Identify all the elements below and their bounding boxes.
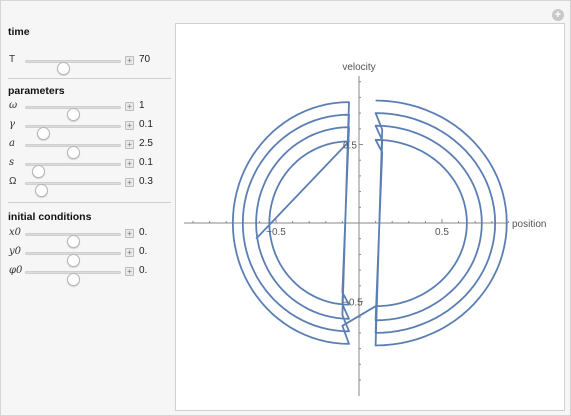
slider-T[interactable] [25,60,121,75]
control-phi0-label: φ0 [9,265,23,276]
slider-Omega-thumb[interactable] [34,184,48,197]
control-gamma-value: 0.1 [139,119,153,130]
control-a-value: 2.5 [139,138,153,149]
control-omega: ω + 1 [1,100,171,121]
manipulate-panel: + time T + 70 parameters ω + 1 γ + 0.1 a… [0,0,571,416]
x-axis-minor-ticks [192,219,509,223]
slider-gamma[interactable] [25,125,121,140]
control-omega-label: ω [9,100,18,111]
control-x0-label: x0 [9,227,22,238]
slider-Omega-expand-icon[interactable]: + [125,178,134,187]
section-title-initial-conditions: initial conditions [8,211,92,223]
slider-s-expand-icon[interactable]: + [125,159,134,168]
slider-Omega[interactable] [25,182,121,197]
control-y0-value: 0. [139,246,148,257]
control-y0-label: y0 [9,246,22,257]
slider-omega[interactable] [25,106,121,121]
control-gamma: γ + 0.1 [1,119,171,140]
control-T-label: T [9,54,16,65]
y-axis-minor-ticks [359,81,363,381]
control-omega-value: 1 [139,100,145,111]
control-x0-value: 0. [139,227,148,238]
slider-T-thumb[interactable] [56,62,70,75]
x-tick-label: −0.5 [266,227,286,238]
y-axis-label: velocity [342,62,375,73]
control-x0: x0 + 0. [1,227,171,248]
control-s-value: 0.1 [139,157,153,168]
x-tick-label: 0.5 [435,227,449,238]
add-options-icon[interactable]: + [552,9,564,21]
control-a-label: a [9,138,15,149]
phase-plot: position velocity −0.5 0.5 0.5 −0.5 [175,23,565,411]
control-phi0-value: 0. [139,265,148,276]
control-Omega-value: 0.3 [139,176,153,187]
control-T-value: 70 [139,54,151,65]
control-y0: y0 + 0. [1,246,171,267]
control-Omega-label: Ω [9,176,17,187]
divider [8,78,171,79]
slider-s[interactable] [25,163,121,178]
section-title-parameters: parameters [8,85,65,97]
divider [8,202,171,203]
control-a: a + 2.5 [1,138,171,159]
slider-a[interactable] [25,144,121,159]
control-T: T + 70 [1,54,171,75]
y-tick-label: −0.5 [343,298,363,309]
control-Omega: Ω + 0.3 [1,176,171,197]
slider-y0-expand-icon[interactable]: + [125,248,134,257]
control-phi0: φ0 + 0. [1,265,171,286]
control-s: s + 0.1 [1,157,171,178]
control-s-label: s [9,157,15,168]
slider-phi0-thumb[interactable] [66,273,80,286]
slider-x0[interactable] [25,233,121,248]
y-tick-label: 0.5 [343,141,357,152]
slider-phi0[interactable] [25,271,121,286]
phase-plot-svg: position velocity −0.5 0.5 0.5 −0.5 [184,62,546,396]
slider-gamma-expand-icon[interactable]: + [125,121,134,130]
slider-a-expand-icon[interactable]: + [125,140,134,149]
slider-y0[interactable] [25,252,121,267]
slider-T-expand-icon[interactable]: + [125,56,134,65]
slider-omega-expand-icon[interactable]: + [125,102,134,111]
x-axis-label: position [512,219,546,230]
control-gamma-label: γ [9,119,15,130]
slider-x0-expand-icon[interactable]: + [125,229,134,238]
slider-phi0-expand-icon[interactable]: + [125,267,134,276]
section-title-time: time [8,26,30,38]
